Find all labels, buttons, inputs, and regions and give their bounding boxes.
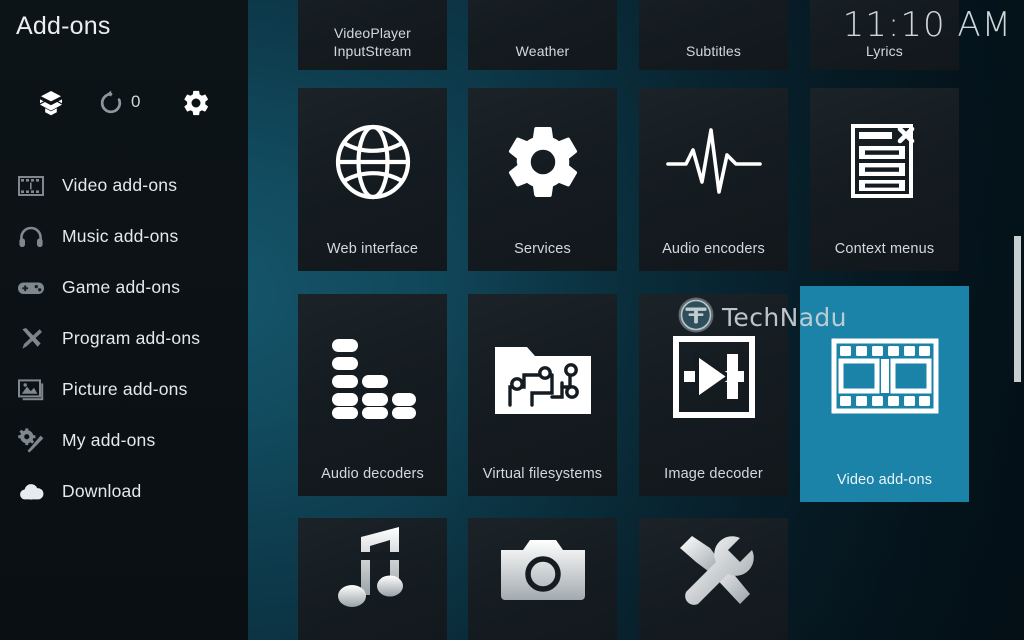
scrollbar-thumb[interactable] (1014, 236, 1021, 382)
tile-program-addons-partial[interactable] (639, 518, 788, 640)
sidebar-item-video-addons[interactable]: Video add-ons (0, 160, 248, 211)
sidebar: Add-ons 0 Video add-ons Music add-ons Ga… (0, 0, 248, 640)
film-strip-icon (14, 171, 48, 201)
globe-icon (298, 88, 447, 235)
refresh-icon[interactable] (96, 88, 126, 118)
music-note-icon (298, 518, 447, 618)
sidebar-item-download[interactable]: Download (0, 466, 248, 517)
tile-audio-encoders[interactable]: Audio encoders (639, 88, 788, 271)
equalizer-icon (298, 294, 447, 460)
tile-label: Lyrics (866, 42, 903, 59)
tile-label: Audio decoders (321, 465, 424, 482)
gear-wrench-icon (14, 426, 48, 456)
tile-label-line2: InputStream (333, 42, 412, 59)
kodi-addons-screen: Add-ons 0 Video add-ons Music add-ons Ga… (0, 0, 1024, 640)
sidebar-item-label: Game add-ons (62, 277, 181, 297)
gamepad-icon (14, 273, 48, 303)
tile-label: Context menus (834, 240, 935, 257)
tile-web-interface[interactable]: Web interface (298, 88, 447, 271)
tile-virtual-filesystems[interactable]: Virtual filesystems (468, 294, 617, 496)
tile-videoplayer-inputstream[interactable]: VideoPlayer InputStream (298, 0, 447, 70)
technadu-logo-icon (677, 296, 715, 339)
sidebar-item-music-addons[interactable]: Music add-ons (0, 211, 248, 262)
watermark-text: TechNadu (722, 303, 847, 332)
tile-label: Subtitles (685, 42, 742, 59)
cloud-download-icon (14, 477, 48, 507)
tile-label-line1: VideoPlayer (334, 25, 411, 41)
addon-tile-grid: VideoPlayer InputStream Weather Subtitle… (248, 0, 1024, 640)
sidebar-item-picture-addons[interactable]: Picture add-ons (0, 364, 248, 415)
tile-label: Weather (515, 42, 570, 59)
tile-subtitles[interactable]: Subtitles (639, 0, 788, 70)
tile-label: Image decoder (664, 465, 763, 482)
tile-context-menus[interactable]: Context menus (810, 88, 959, 271)
tile-picture-addons-partial[interactable] (468, 518, 617, 640)
addon-category-grid-panel: VideoPlayer InputStream Weather Subtitle… (248, 0, 1024, 640)
tile-label: Audio encoders (662, 240, 765, 257)
package-box-icon[interactable] (34, 86, 68, 120)
sidebar-menu: Video add-ons Music add-ons Game add-ons… (0, 160, 248, 517)
context-menu-icon (810, 88, 959, 235)
clock: 11:10 AM (842, 5, 1012, 45)
tile-weather[interactable]: Weather (468, 0, 617, 70)
sidebar-item-program-addons[interactable]: Program add-ons (0, 313, 248, 364)
sidebar-action-bar: 0 (0, 82, 248, 126)
camera-icon (468, 518, 617, 618)
sidebar-item-label: Picture add-ons (62, 379, 188, 399)
sidebar-item-label: Download (62, 481, 142, 501)
picture-frame-icon (14, 375, 48, 405)
sidebar-item-label: Video add-ons (62, 175, 178, 195)
tile-audio-decoders[interactable]: Audio decoders (298, 294, 447, 496)
tile-label: Services (514, 240, 571, 257)
page-title: Add-ons (16, 12, 111, 40)
gear-icon[interactable] (180, 87, 212, 119)
crossed-tools-icon (14, 324, 48, 354)
sidebar-item-label: Music add-ons (62, 226, 179, 246)
sidebar-item-my-addons[interactable]: My add-ons (0, 415, 248, 466)
tile-services[interactable]: Services (468, 88, 617, 271)
tile-label: Virtual filesystems (482, 465, 603, 482)
sidebar-item-label: My add-ons (62, 430, 156, 450)
technadu-watermark: TechNadu (677, 296, 847, 339)
tile-label: Video add-ons (836, 471, 933, 488)
circuit-folder-icon (468, 294, 617, 460)
hammer-wrench-icon (639, 518, 788, 618)
tile-label: Web interface (326, 240, 419, 257)
waveform-icon (639, 88, 788, 235)
headphones-icon (14, 222, 48, 252)
gear-icon (468, 88, 617, 235)
update-count: 0 (131, 92, 141, 111)
tile-music-addons-partial[interactable] (298, 518, 447, 640)
sidebar-item-label: Program add-ons (62, 328, 201, 348)
sidebar-item-game-addons[interactable]: Game add-ons (0, 262, 248, 313)
